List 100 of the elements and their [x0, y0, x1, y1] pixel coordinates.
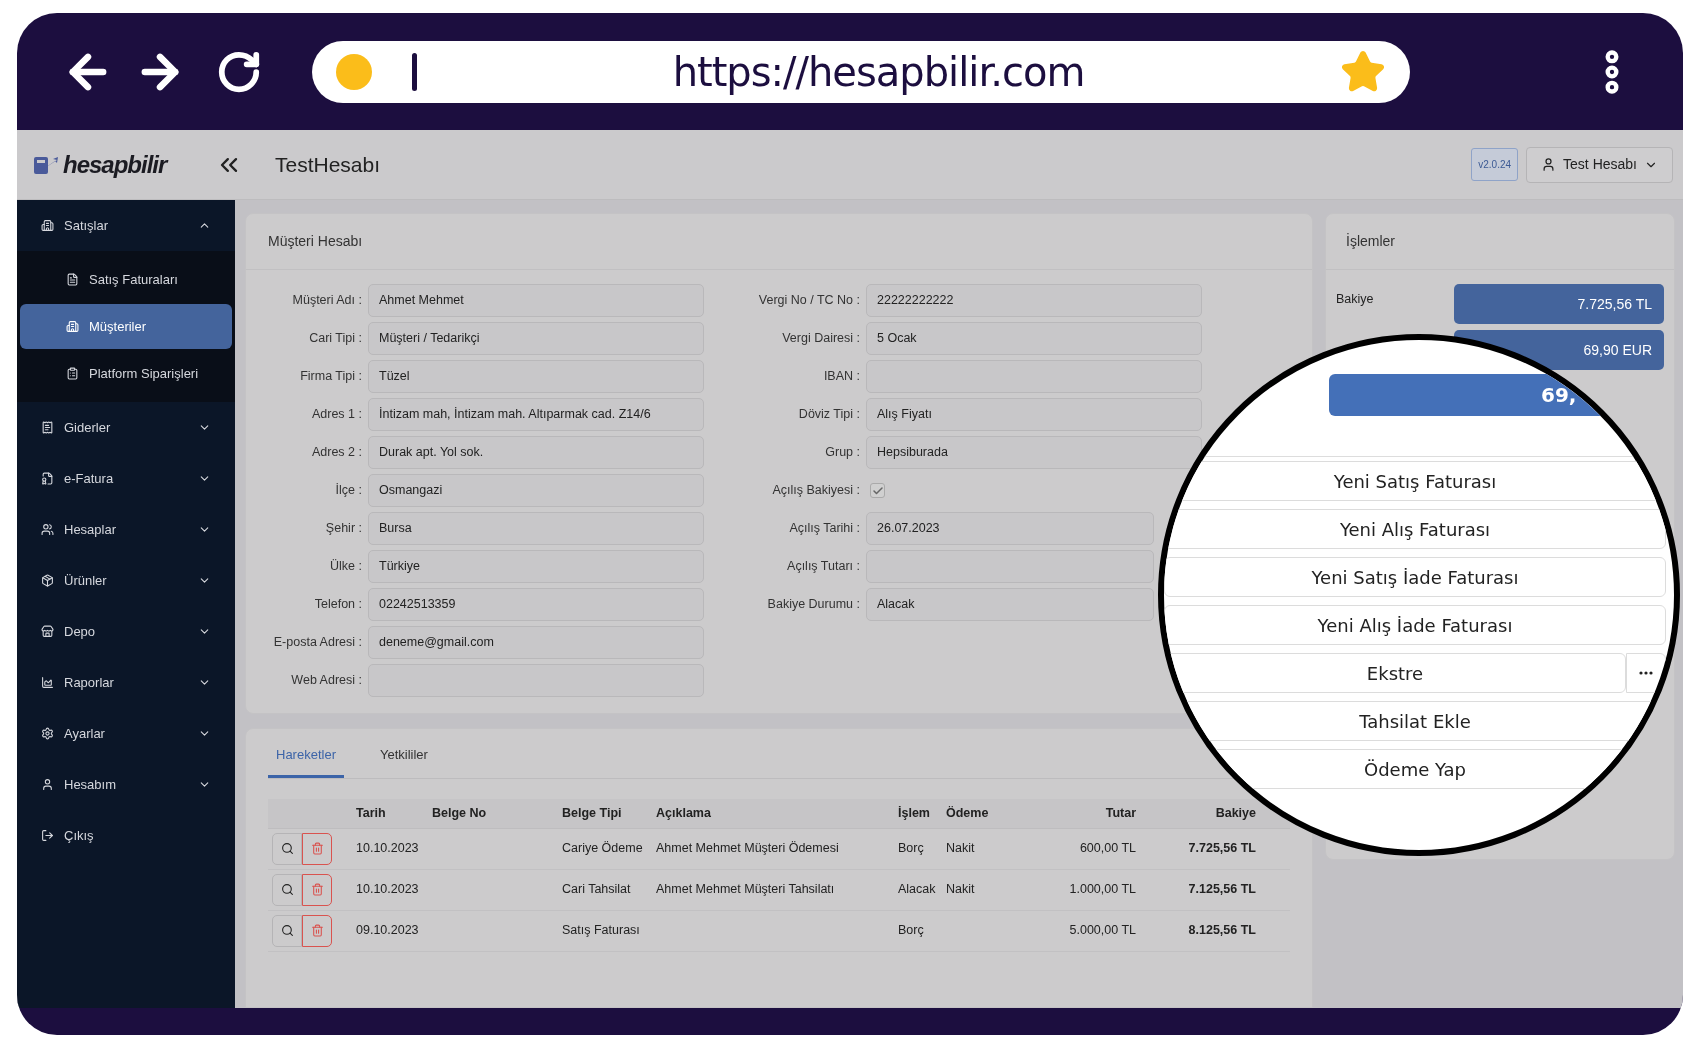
search-icon	[280, 924, 294, 937]
trash-icon	[310, 842, 324, 855]
text-field[interactable]: Müşteri / Tedarikçi	[368, 322, 704, 355]
table-cell-text: 600,00 TL	[1078, 840, 1137, 858]
logo-text: hesapbilir	[63, 149, 167, 180]
menu-item-icon	[41, 219, 54, 232]
column-header: Tutar	[1104, 804, 1137, 822]
table-cell-text: 5.000,00 TL	[1068, 922, 1137, 940]
table-cell-text: 8.125,56 TL	[1187, 922, 1257, 940]
table-cell-text: Cari Tahsilat	[561, 881, 632, 899]
tab[interactable]: Yetkililer	[371, 745, 436, 778]
sidebar-item[interactable]: Giderler	[17, 402, 235, 453]
sidebar-item[interactable]: Çıkış	[17, 810, 235, 861]
text-field[interactable]: Türkiye	[368, 550, 704, 583]
text-field[interactable]: deneme@gmail.com	[368, 626, 704, 659]
text-field[interactable]: Osmangazi	[368, 474, 704, 507]
text-field[interactable]: 26.07.2023	[866, 512, 1154, 545]
field-label: Vergi No / TC No :	[757, 292, 861, 310]
more-icon	[1639, 671, 1653, 675]
trash-icon	[310, 924, 324, 937]
delete-button[interactable]	[302, 914, 332, 947]
menu-item-icon	[41, 727, 54, 740]
submenu-item-icon	[66, 320, 79, 333]
address-bar[interactable]: https://hesapbilir.com	[312, 40, 1410, 103]
table-cell-text: 09.10.2023	[355, 922, 420, 940]
tab[interactable]: Hareketler	[268, 745, 344, 778]
sidebar-item[interactable]: e-Fatura	[17, 453, 235, 504]
sidebar-item[interactable]: Depo	[17, 606, 235, 657]
page-title: TestHesabı	[275, 151, 381, 178]
text-field[interactable]: Alacak	[866, 588, 1154, 621]
table-cell-text: Alacak	[897, 881, 937, 899]
text-field[interactable]: Ahmet Mehmet	[368, 284, 704, 317]
field-label: E-posta Adresi :	[272, 634, 363, 652]
field-label: Web Adresi :	[290, 672, 363, 690]
table-cell-text: Borç	[897, 922, 925, 940]
table-cell-text: Satış Faturası	[561, 922, 641, 940]
text-field[interactable]: Bursa	[368, 512, 704, 545]
submenu-item[interactable]: Satış Faturaları	[20, 257, 232, 302]
sidebar-item[interactable]: Hesabım	[17, 759, 235, 810]
submenu-item[interactable]: Platform Siparişleri	[20, 351, 232, 396]
field-label: Açılış Bakiyesi :	[771, 482, 861, 500]
column-header: Açıklama	[655, 804, 712, 822]
field-label: İlçe :	[334, 482, 363, 500]
column-header: Belge No	[431, 804, 488, 822]
balance-value: 7.725,56 TL	[1454, 284, 1664, 324]
field-label: Müşteri Adı :	[291, 292, 363, 310]
text-field[interactable]: 22222222222	[866, 284, 1202, 317]
submenu-item-icon	[66, 273, 79, 286]
trash-icon	[310, 883, 324, 896]
user-icon	[1541, 157, 1557, 172]
checkbox[interactable]	[870, 483, 885, 498]
table-cell-text: Ahmet Mehmet Müşteri Ödemesi	[655, 840, 840, 858]
text-field[interactable]: Alış Fiyatı	[866, 398, 1202, 431]
text-field[interactable]: Tüzel	[368, 360, 704, 393]
card-title: Müşteri Hesabı	[268, 232, 363, 251]
field-label: Açılış Tutarı :	[786, 558, 861, 576]
sidebar-item[interactable]: Ürünler	[17, 555, 235, 606]
delete-button[interactable]	[302, 832, 332, 865]
text-field[interactable]: 5 Ocak	[866, 322, 1202, 355]
table-cell-text: Borç	[897, 840, 925, 858]
menu-item-icon	[41, 421, 54, 434]
field-label: Ülke :	[329, 558, 363, 576]
submenu-item[interactable]: Müşteriler	[20, 304, 232, 349]
menu-item-icon	[41, 829, 54, 842]
view-button[interactable]	[272, 914, 302, 947]
field-label: Grup :	[824, 444, 861, 462]
action-button[interactable]: Yeni Alış İade Faturası	[1164, 605, 1666, 645]
field-label: Adres 2 :	[310, 444, 363, 462]
table-cell-text: Ahmet Mehmet Müşteri Tahsilatı	[655, 881, 836, 899]
sidebar-item[interactable]: Satışlar	[17, 200, 235, 251]
check-icon	[871, 484, 884, 497]
menu-item-icon	[41, 472, 54, 485]
view-button[interactable]	[272, 873, 302, 906]
sidebar-item[interactable]: Hesaplar	[17, 504, 235, 555]
delete-button[interactable]	[302, 873, 332, 906]
column-header: Belge Tipi	[561, 804, 623, 822]
column-header: Tarih	[355, 804, 387, 822]
text-field[interactable]: İntizam mah, İntizam mah. Altıparmak cad. Z14/6	[368, 398, 704, 431]
text-field[interactable]: Hepsiburada	[866, 436, 1202, 469]
field-label: Firma Tipi :	[299, 368, 363, 386]
search-icon	[280, 842, 294, 855]
menu-item-icon	[41, 676, 54, 689]
sidebar-item[interactable]: Ayarlar	[17, 708, 235, 759]
sidebar-item[interactable]: Raporlar	[17, 657, 235, 708]
submenu-item-icon	[66, 367, 79, 380]
table-cell-text: 10.10.2023	[355, 881, 420, 899]
text-field[interactable]: 02242513359	[368, 588, 704, 621]
field-label: Adres 1 :	[310, 406, 363, 424]
table-cell-text: 1.000,00 TL	[1068, 881, 1137, 899]
menu-item-icon	[41, 625, 54, 638]
field-label: IBAN :	[822, 368, 861, 386]
field-label: Bakiye Durumu :	[766, 596, 861, 614]
table-cell-text: 7.725,56 TL	[1187, 840, 1257, 858]
user-menu-button[interactable]: Test Hesabı	[1526, 146, 1673, 183]
text-field[interactable]: Durak apt. Yol sok.	[368, 436, 704, 469]
table-cell-text: Nakit	[945, 881, 976, 899]
view-button[interactable]	[272, 832, 302, 865]
search-icon	[280, 883, 294, 896]
menu-item-icon	[41, 523, 54, 536]
action-button[interactable]: Yeni Satış İade Faturası	[1164, 557, 1666, 597]
